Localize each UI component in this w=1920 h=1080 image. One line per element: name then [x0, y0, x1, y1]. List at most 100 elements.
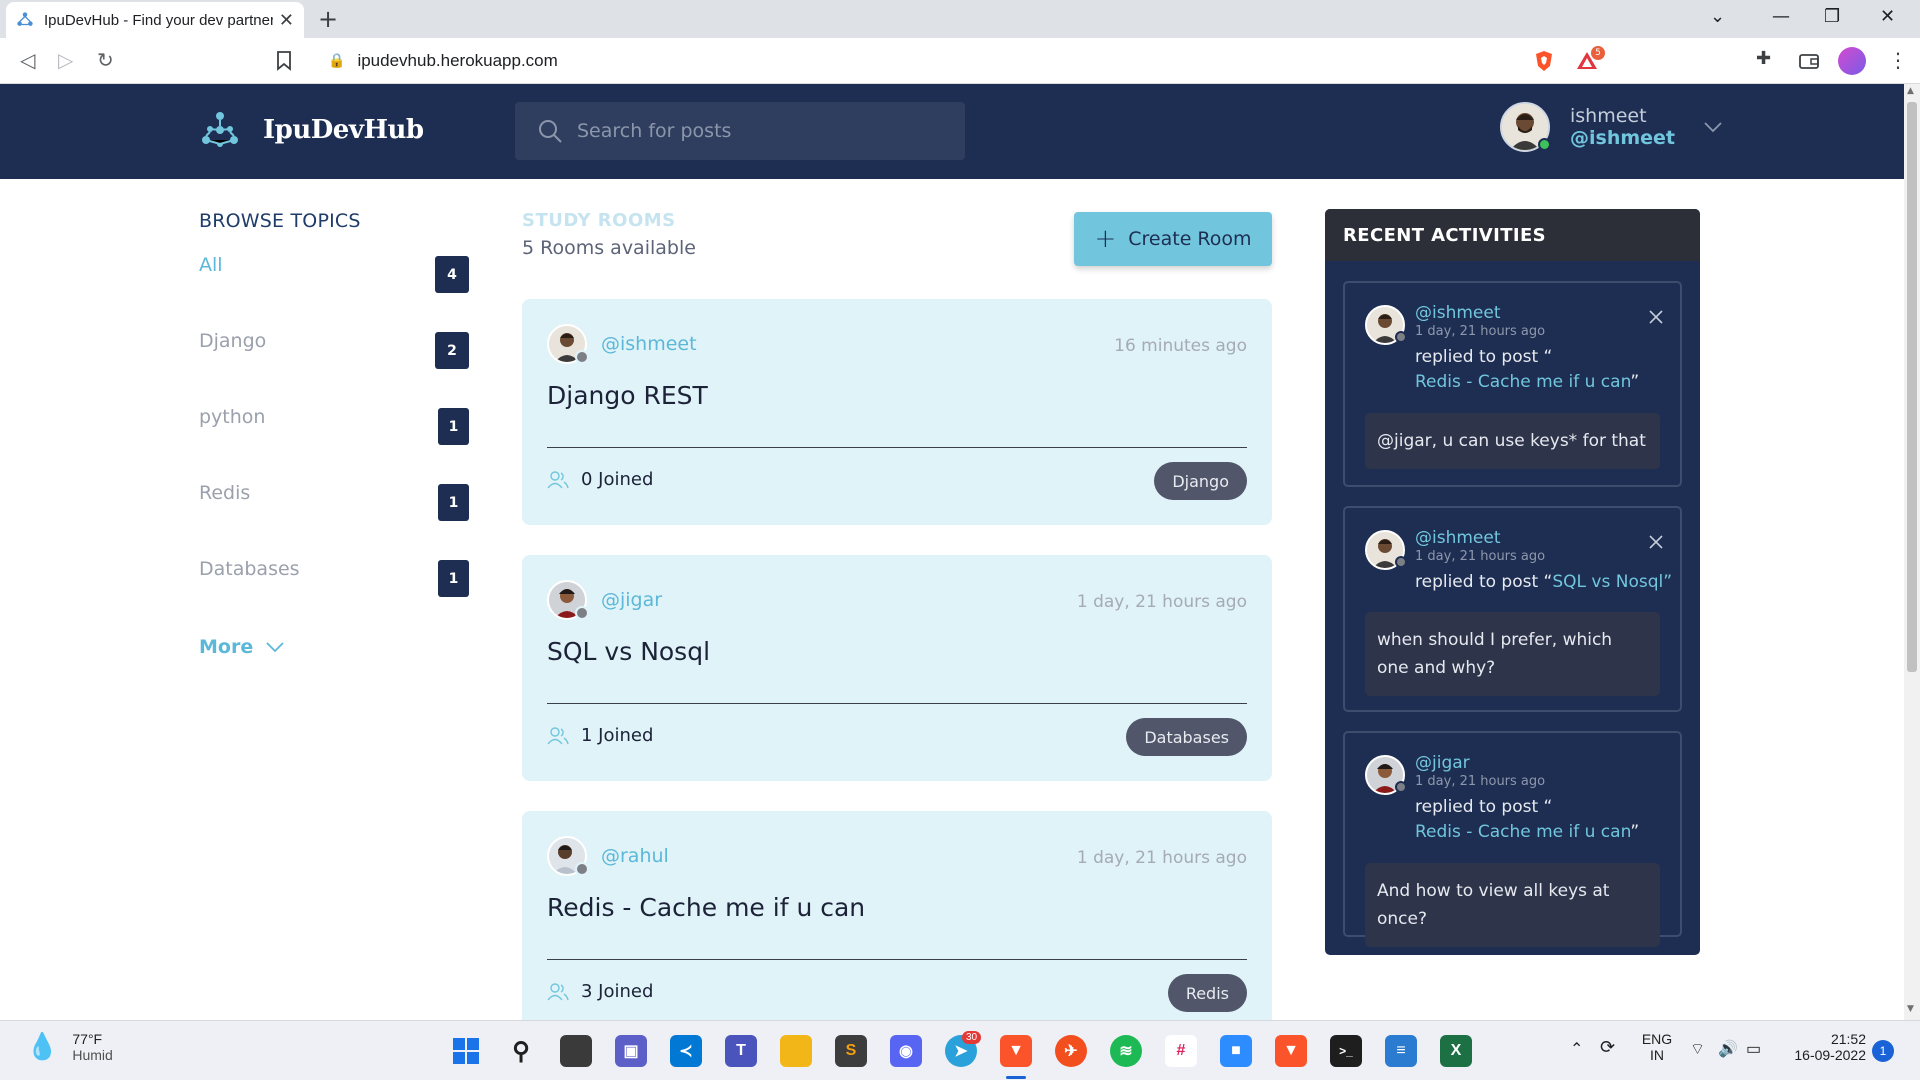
slack-icon[interactable]: #	[1165, 1035, 1197, 1067]
discord-icon[interactable]: ◉	[890, 1035, 922, 1067]
bookmark-icon[interactable]	[276, 51, 292, 71]
volume-icon[interactable]: 🔊	[1718, 1039, 1738, 1059]
room-participants: 0 Joined	[547, 469, 653, 490]
weather-widget[interactable]: 💧 77°F Humid	[26, 1031, 113, 1063]
activity-username[interactable]: @jigar	[1415, 753, 1639, 773]
room-card[interactable]: @rahul 1 day, 21 hours ago Redis - Cache…	[522, 811, 1272, 1020]
wallet-icon[interactable]	[1797, 49, 1821, 73]
address-bar[interactable]: 🔒 ipudevhub.herokuapp.com	[310, 44, 1525, 78]
room-title[interactable]: SQL vs Nosql	[547, 637, 710, 666]
teams-chat-icon[interactable]: ▣	[615, 1035, 647, 1067]
host-username[interactable]: @ishmeet	[601, 333, 697, 355]
brave-browser-icon[interactable]: ▼	[1000, 1035, 1032, 1067]
host-username[interactable]: @jigar	[601, 589, 662, 611]
browse-topics-panel: BROWSE TOPICS All 4 Django 2 python 1 Re…	[199, 210, 469, 658]
activity-post-link[interactable]: Redis - Cache me if u can	[1415, 822, 1630, 842]
topic-name[interactable]: Django	[199, 330, 266, 352]
tab-search-icon[interactable]: ⌄	[1710, 6, 1725, 27]
browser-menu-icon[interactable]: ⋮	[1888, 48, 1908, 72]
teams-icon[interactable]: T	[725, 1035, 757, 1067]
chevron-down-icon[interactable]	[1703, 121, 1723, 133]
clock[interactable]: 21:52 16-09-2022	[1786, 1031, 1866, 1063]
page-scrollbar[interactable]: ▲ ▼	[1904, 84, 1920, 1020]
back-icon[interactable]: ◁	[20, 48, 35, 72]
topic-item-redis[interactable]: Redis 1	[199, 482, 469, 558]
activity-post-link[interactable]: SQL vs Nosql	[1552, 572, 1663, 592]
close-icon[interactable]	[1648, 534, 1664, 550]
excel-icon[interactable]: X	[1440, 1035, 1472, 1067]
brand-logo[interactable]: IpuDevHub	[199, 110, 424, 150]
topic-item-python[interactable]: python 1	[199, 406, 469, 482]
room-topic-tag[interactable]: Databases	[1126, 718, 1247, 756]
close-tab-icon[interactable]: ✕	[279, 10, 294, 31]
search-box[interactable]	[515, 102, 965, 160]
topic-item-all[interactable]: All 4	[199, 254, 469, 330]
rewards-badge: 5	[1591, 46, 1605, 60]
activity-avatar[interactable]	[1365, 755, 1407, 795]
postman-icon[interactable]: ✈	[1055, 1035, 1087, 1067]
brave-profile-icon[interactable]: ▼	[1275, 1035, 1307, 1067]
user-menu[interactable]: ishmeet @ishmeet	[1500, 102, 1723, 152]
ipudevhub-favicon-icon	[17, 12, 33, 26]
task-view-icon[interactable]	[560, 1035, 592, 1067]
search-input[interactable]	[577, 120, 937, 142]
forward-icon[interactable]: ▷	[58, 48, 73, 72]
activity-description: replied to post “SQL vs Nosql”	[1415, 570, 1672, 595]
user-avatar[interactable]	[1500, 102, 1551, 152]
scrollbar-thumb[interactable]	[1907, 102, 1917, 672]
vscode-icon[interactable]: ≺	[670, 1035, 702, 1067]
room-host[interactable]: @ishmeet	[547, 324, 697, 364]
more-topics-link[interactable]: More	[199, 636, 469, 658]
file-explorer-icon[interactable]	[780, 1035, 812, 1067]
zoom-icon[interactable]: ■	[1220, 1035, 1252, 1067]
topic-name[interactable]: python	[199, 406, 265, 428]
notification-badge[interactable]: 1	[1872, 1040, 1894, 1062]
topic-item-django[interactable]: Django 2	[199, 330, 469, 406]
restore-icon[interactable]: ❐	[1824, 6, 1840, 27]
battery-icon[interactable]: ▭	[1746, 1039, 1761, 1059]
sublime-text-icon[interactable]: S	[835, 1035, 867, 1067]
close-icon[interactable]	[1648, 309, 1664, 325]
room-card[interactable]: @ishmeet 16 minutes ago Django REST 0 Jo…	[522, 299, 1272, 525]
topic-name[interactable]: Redis	[199, 482, 250, 504]
reload-icon[interactable]: ↻	[97, 48, 114, 72]
activity-username[interactable]: @ishmeet	[1415, 528, 1672, 548]
close-window-icon[interactable]: ✕	[1880, 6, 1895, 27]
extensions-icon[interactable]: ✚	[1756, 48, 1771, 69]
language-indicator[interactable]: ENG IN	[1640, 1031, 1674, 1063]
notepad-icon[interactable]: ≡	[1385, 1035, 1417, 1067]
room-title[interactable]: Redis - Cache me if u can	[547, 893, 865, 922]
wifi-icon[interactable]: ⌔	[1690, 1039, 1705, 1059]
create-room-button[interactable]: + Create Room	[1074, 212, 1272, 266]
scroll-up-icon[interactable]: ▲	[1907, 86, 1914, 96]
show-hidden-icons-icon[interactable]: ⌃	[1570, 1039, 1583, 1059]
scroll-down-icon[interactable]: ▼	[1907, 1004, 1914, 1014]
new-tab-icon[interactable]: +	[318, 5, 338, 33]
activity-avatar[interactable]	[1365, 305, 1407, 345]
minimize-icon[interactable]: —	[1772, 6, 1790, 27]
activity-post-link[interactable]: Redis - Cache me if u can	[1415, 372, 1630, 392]
host-username[interactable]: @rahul	[601, 845, 669, 867]
room-topic-tag[interactable]: Django	[1154, 462, 1247, 500]
terminal-icon[interactable]: >_	[1330, 1035, 1362, 1067]
activity-timestamp: 1 day, 21 hours ago	[1415, 774, 1546, 789]
room-host[interactable]: @rahul	[547, 836, 669, 876]
activity-username[interactable]: @ishmeet	[1415, 303, 1639, 323]
sync-icon[interactable]: ⟳	[1600, 1037, 1615, 1058]
windows-start-icon[interactable]	[450, 1035, 482, 1067]
spotify-icon[interactable]: ≋	[1110, 1035, 1142, 1067]
activity-avatar[interactable]	[1365, 530, 1407, 570]
search-icon[interactable]: ⚲	[505, 1035, 537, 1067]
topic-count-badge: 4	[435, 256, 469, 293]
profile-avatar-icon[interactable]	[1838, 47, 1866, 75]
room-host[interactable]: @jigar	[547, 580, 662, 620]
room-topic-tag[interactable]: Redis	[1167, 974, 1247, 1012]
brave-shield-icon[interactable]	[1532, 49, 1556, 73]
topic-name[interactable]: All	[199, 254, 223, 276]
room-card[interactable]: @jigar 1 day, 21 hours ago SQL vs Nosql …	[522, 555, 1272, 781]
browser-tab[interactable]: IpuDevHub - Find your dev partner ✕	[6, 2, 304, 38]
topic-name[interactable]: Databases	[199, 558, 300, 580]
topic-item-databases[interactable]: Databases 1	[199, 558, 469, 634]
room-title[interactable]: Django REST	[547, 381, 708, 410]
active-app-indicator	[1006, 1076, 1026, 1079]
